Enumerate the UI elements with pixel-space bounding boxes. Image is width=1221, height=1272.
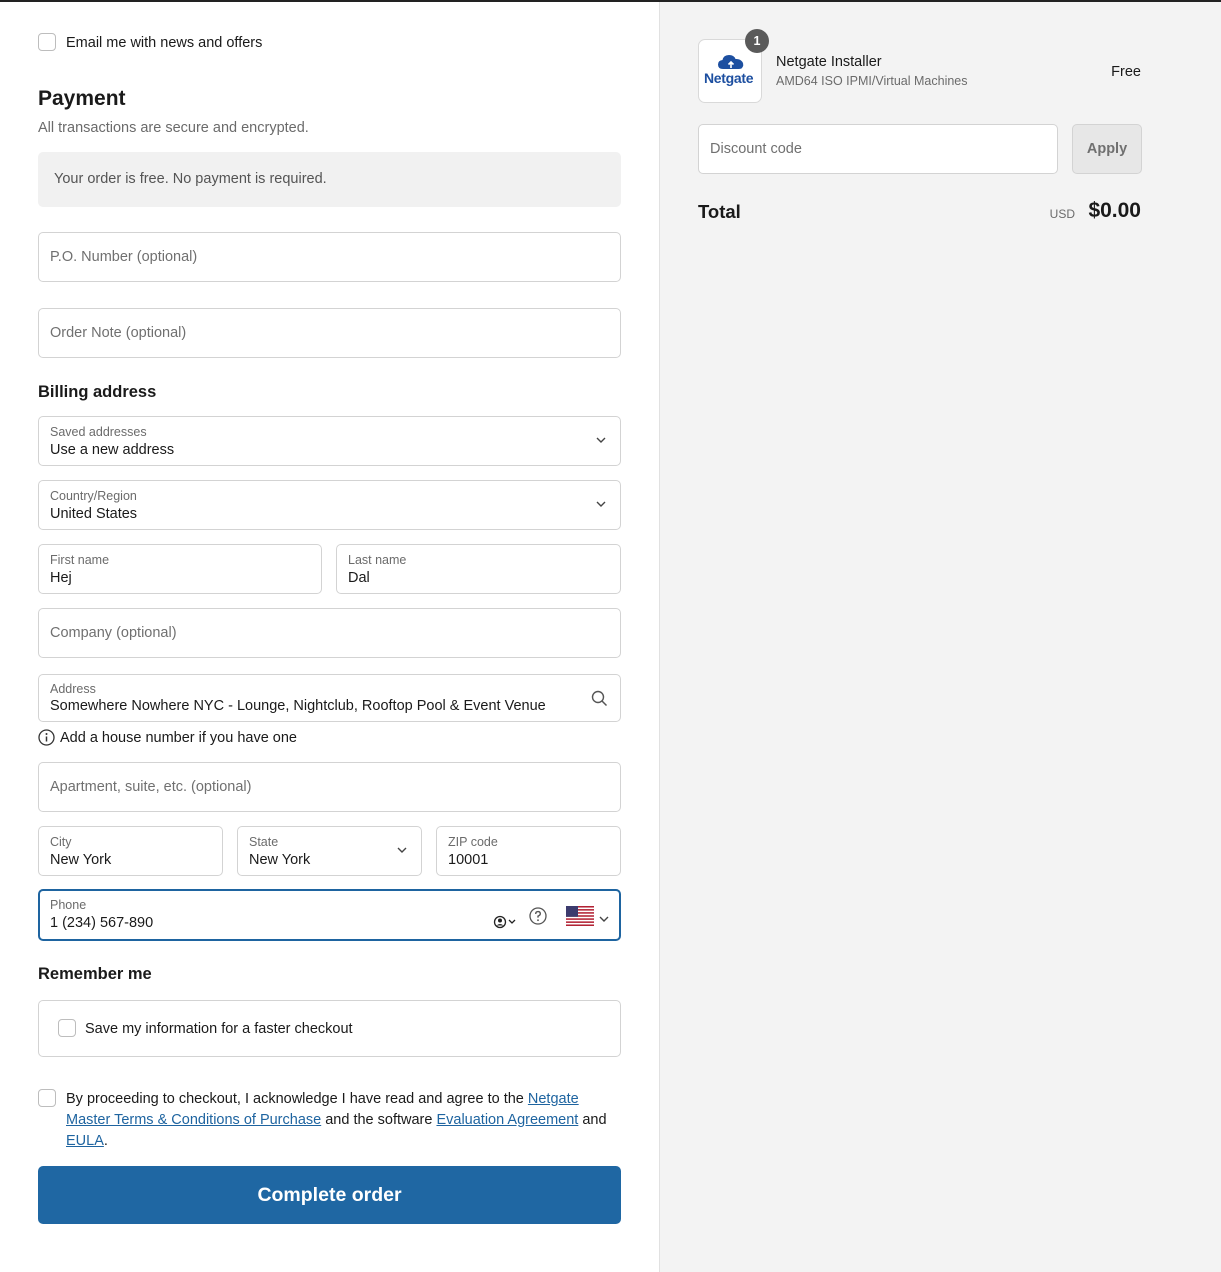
discount-placeholder: Discount code xyxy=(710,141,802,157)
product-logo-text: Netgate xyxy=(704,70,754,86)
city-input[interactable]: City New York xyxy=(38,826,223,876)
product-price: Free xyxy=(1111,64,1141,80)
last-name-label: Last name xyxy=(348,553,407,567)
city-label: City xyxy=(50,835,72,849)
terms-and: and xyxy=(578,1112,607,1128)
chevron-down-icon xyxy=(397,845,407,855)
help-icon[interactable] xyxy=(529,907,547,930)
first-name-input[interactable]: First name Hej xyxy=(38,544,322,594)
contact-icon[interactable] xyxy=(493,915,517,934)
order-summary: Netgate 1 Netgate Installer AMD64 ISO IP… xyxy=(659,2,1221,1272)
last-name-input[interactable]: Last name Dal xyxy=(336,544,621,594)
company-input[interactable]: Company (optional) xyxy=(38,608,621,658)
state-label: State xyxy=(249,835,279,849)
order-note-input[interactable]: Order Note (optional) xyxy=(38,308,621,358)
product-name: Netgate Installer xyxy=(776,54,882,70)
remember-title: Remember me xyxy=(38,965,152,983)
apartment-placeholder: Apartment, suite, etc. (optional) xyxy=(50,779,252,795)
address-value: Somewhere Nowhere NYC - Lounge, Nightclu… xyxy=(50,698,546,714)
quantity-badge: 1 xyxy=(745,29,769,53)
complete-order-button[interactable]: Complete order xyxy=(38,1166,621,1224)
first-name-label: First name xyxy=(50,553,110,567)
order-note-placeholder: Order Note (optional) xyxy=(50,325,187,341)
phone-input[interactable]: Phone 1 (234) 567-890 xyxy=(38,889,621,941)
payment-subtitle: All transactions are secure and encrypte… xyxy=(38,120,309,136)
first-name-value: Hej xyxy=(50,570,72,586)
terms-end: . xyxy=(103,1133,108,1149)
checkout-main: Email me with news and offers Payment Al… xyxy=(0,2,659,1272)
total-value: $0.00 xyxy=(1088,199,1141,222)
country-label: Country/Region xyxy=(50,489,137,503)
chevron-down-icon xyxy=(596,499,606,509)
zip-label: ZIP code xyxy=(448,835,498,849)
zip-value: 10001 xyxy=(448,852,489,868)
apartment-input[interactable]: Apartment, suite, etc. (optional) xyxy=(38,762,621,812)
last-name-value: Dal xyxy=(348,570,370,586)
eula-link[interactable]: EULA xyxy=(66,1133,104,1149)
terms-checkbox[interactable] xyxy=(38,1089,56,1107)
product-variant: AMD64 ISO IPMI/Virtual Machines xyxy=(776,74,968,88)
po-number-input[interactable]: P.O. Number (optional) xyxy=(38,232,621,282)
payment-title: Payment xyxy=(38,87,126,110)
zip-input[interactable]: ZIP code 10001 xyxy=(436,826,621,876)
saved-addresses-label: Saved addresses xyxy=(50,425,147,439)
free-order-notice: Your order is free. No payment is requir… xyxy=(38,152,621,207)
phone-label: Phone xyxy=(50,898,87,912)
us-flag-icon[interactable] xyxy=(566,906,594,931)
state-select[interactable]: State New York xyxy=(237,826,422,876)
billing-title: Billing address xyxy=(38,383,157,401)
po-number-placeholder: P.O. Number (optional) xyxy=(50,249,198,265)
country-select[interactable]: Country/Region United States xyxy=(38,480,621,530)
total-label: Total xyxy=(698,201,741,222)
city-value: New York xyxy=(50,852,112,868)
terms-prefix: By proceeding to checkout, I acknowledge… xyxy=(66,1091,528,1107)
apply-button[interactable]: Apply xyxy=(1072,124,1142,174)
saved-addresses-select[interactable]: Saved addresses Use a new address xyxy=(38,416,621,466)
search-icon[interactable] xyxy=(591,690,608,712)
info-icon xyxy=(38,729,55,751)
company-placeholder: Company (optional) xyxy=(50,625,177,641)
chevron-down-icon[interactable] xyxy=(599,911,609,929)
state-value: New York xyxy=(249,852,311,868)
terms-middle: and the software xyxy=(321,1112,437,1128)
currency-code: USD xyxy=(1049,207,1075,221)
country-value: United States xyxy=(50,506,138,522)
discount-code-input[interactable]: Discount code xyxy=(698,124,1058,174)
email-news-checkbox[interactable] xyxy=(38,33,56,51)
phone-value: 1 (234) 567-890 xyxy=(50,915,154,931)
saved-addresses-value: Use a new address xyxy=(50,442,175,458)
address-input[interactable]: Address Somewhere Nowhere NYC - Lounge, … xyxy=(38,674,621,722)
terms-text: By proceeding to checkout, I acknowledge… xyxy=(66,1089,618,1152)
save-info-label: Save my information for a faster checkou… xyxy=(85,1021,353,1037)
email-news-label: Email me with news and offers xyxy=(66,35,263,51)
save-info-box[interactable]: Save my information for a faster checkou… xyxy=(38,1000,621,1057)
free-order-text: Your order is free. No payment is requir… xyxy=(54,171,327,187)
save-info-checkbox[interactable] xyxy=(58,1019,76,1037)
evaluation-agreement-link[interactable]: Evaluation Agreement xyxy=(436,1112,578,1128)
address-label: Address xyxy=(50,682,96,696)
house-number-hint: Add a house number if you have one xyxy=(60,730,297,746)
chevron-down-icon xyxy=(596,435,606,445)
